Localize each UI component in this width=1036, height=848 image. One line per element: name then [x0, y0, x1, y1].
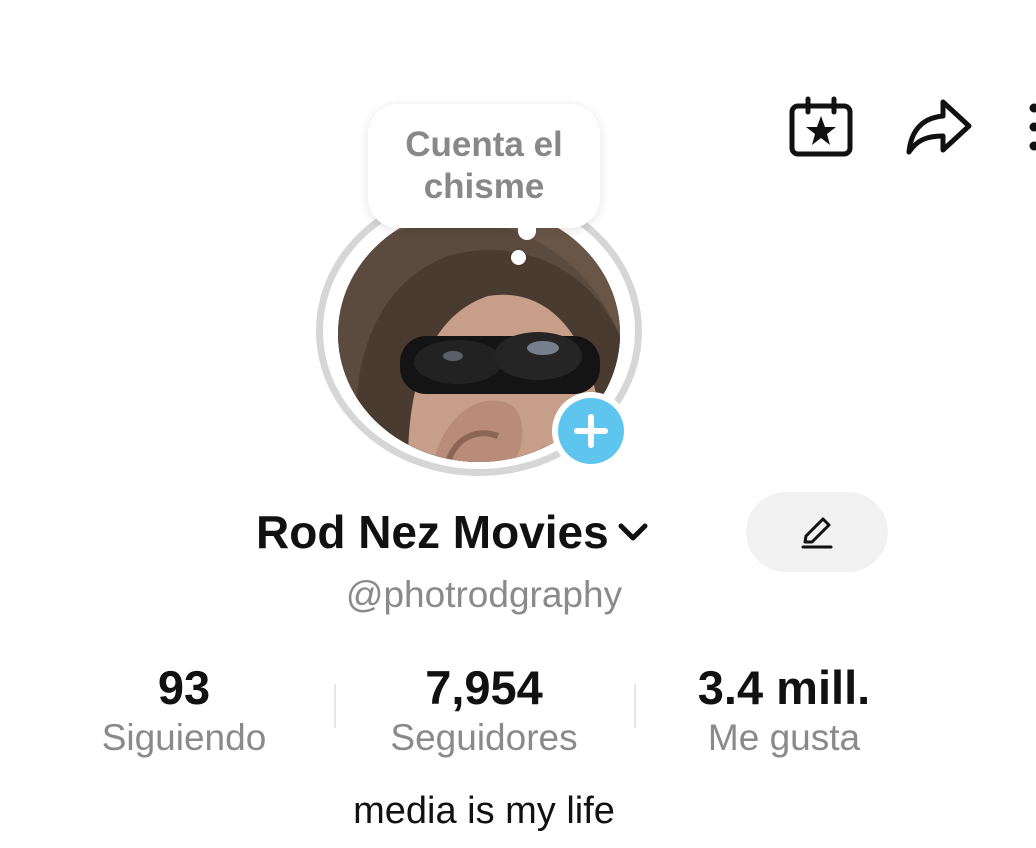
status-note-text: Cuenta el chisme — [405, 125, 563, 206]
likes-count: 3.4 mill. — [697, 661, 871, 714]
username: @photrodgraphy — [345, 574, 623, 615]
plus-icon — [558, 398, 624, 464]
pencil-icon — [801, 517, 833, 549]
chevron-down-icon — [613, 512, 653, 552]
stat-following[interactable]: 93 Siguiendo — [54, 660, 314, 760]
stat-followers[interactable]: 7,954 Seguidores — [354, 660, 614, 760]
followers-label: Seguidores — [390, 717, 578, 758]
more-icon[interactable] — [1014, 92, 1036, 162]
share-icon[interactable] — [904, 92, 974, 162]
edit-profile-button[interactable] — [746, 492, 888, 572]
followers-count: 7,954 — [425, 661, 543, 714]
following-label: Siguiendo — [101, 717, 267, 758]
calendar-star-icon[interactable] — [786, 92, 856, 162]
stat-divider — [634, 684, 636, 728]
bubble-dot — [511, 250, 526, 265]
account-switcher[interactable]: Rod Nez Movies — [256, 502, 653, 562]
status-note-bubble[interactable]: Cuenta el chisme — [368, 104, 600, 228]
display-name: Rod Nez Movies — [256, 506, 609, 558]
stat-likes[interactable]: 3.4 mill. Me gusta — [654, 660, 914, 760]
following-count: 93 — [157, 661, 211, 714]
add-story-button[interactable] — [552, 392, 630, 470]
bio: media is my life — [353, 790, 615, 832]
stat-divider — [334, 684, 336, 728]
likes-label: Me gusta — [707, 717, 861, 758]
avatar-container[interactable] — [316, 186, 654, 490]
